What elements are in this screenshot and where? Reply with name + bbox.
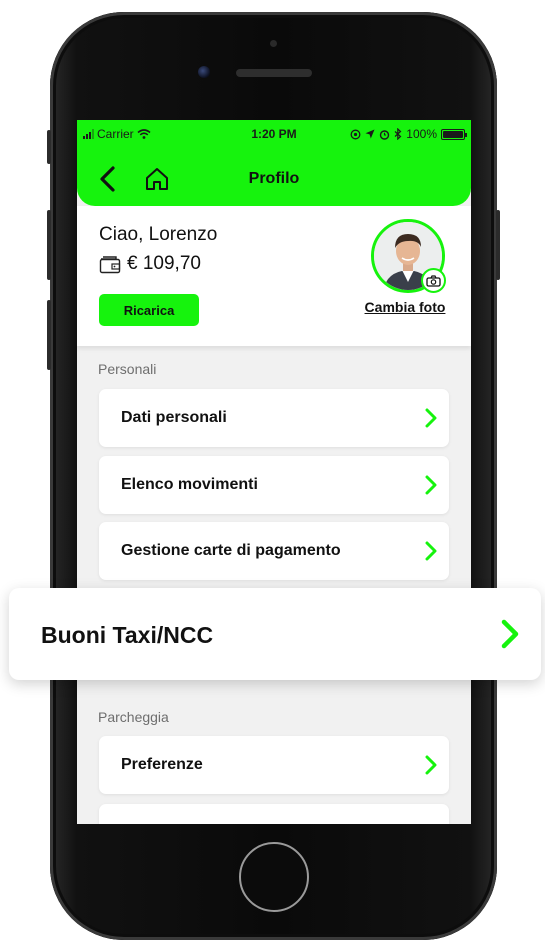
location-arrow-icon — [365, 129, 375, 139]
menu-item-label: Gestione carte di pagamento — [121, 542, 341, 559]
balance-amount: € 109,70 — [127, 253, 201, 274]
phone-mute-switch — [47, 130, 51, 164]
change-photo-link[interactable]: Cambia foto — [355, 299, 455, 315]
bluetooth-icon — [394, 128, 402, 140]
app-header: Carrier 1:20 PM 100% Profilo — [77, 120, 471, 206]
chevron-right-icon — [425, 755, 437, 775]
menu-item-buoni-taxi-highlight[interactable]: Buoni Taxi/NCC — [9, 588, 541, 680]
phone-volume-up — [47, 210, 51, 280]
chevron-right-icon — [501, 619, 519, 649]
status-bar: Carrier 1:20 PM 100% — [83, 127, 467, 141]
recharge-button[interactable]: Ricarica — [99, 294, 199, 326]
menu-item-label: Dati personali — [121, 409, 227, 426]
chevron-right-icon — [425, 408, 437, 428]
status-right: 100% — [350, 127, 467, 141]
section-personal-label: Personali — [98, 361, 157, 377]
front-camera — [198, 66, 210, 78]
camera-icon[interactable] — [421, 268, 446, 293]
menu-item-dati-personali[interactable]: Dati personali — [99, 389, 449, 447]
home-button[interactable] — [239, 842, 309, 912]
phone-power-button — [496, 210, 500, 280]
phone-volume-down — [47, 300, 51, 370]
camera-glyph-icon — [426, 274, 441, 287]
menu-item-preferenze[interactable]: Preferenze — [99, 736, 449, 794]
app-screen: Carrier 1:20 PM 100% Profilo Ciao, Loren… — [77, 120, 471, 824]
location-lock-icon — [350, 129, 361, 139]
earpiece-speaker — [236, 69, 312, 77]
menu-item-label: Preferenze — [121, 756, 203, 773]
proximity-sensor — [270, 40, 277, 47]
battery-percent: 100% — [406, 127, 437, 141]
balance-row: € 109,70 — [99, 253, 201, 275]
battery-icon — [441, 128, 467, 140]
menu-item-partial[interactable] — [99, 804, 449, 824]
wallet-icon — [99, 255, 121, 273]
highlight-item-label: Buoni Taxi/NCC — [41, 622, 214, 648]
section-parking-label: Parcheggia — [98, 709, 169, 725]
alarm-icon — [380, 129, 390, 140]
menu-item-elenco-movimenti[interactable]: Elenco movimenti — [99, 456, 449, 514]
profile-card: Ciao, Lorenzo € 109,70 Ricarica Cambia f… — [77, 206, 471, 346]
page-title: Profilo — [248, 170, 300, 187]
user-greeting: Ciao, Lorenzo — [99, 224, 218, 245]
menu-item-label: Elenco movimenti — [121, 476, 258, 493]
chevron-right-icon — [425, 475, 437, 495]
menu-item-gestione-carte[interactable]: Gestione carte di pagamento — [99, 522, 449, 580]
chevron-right-icon — [425, 541, 437, 561]
